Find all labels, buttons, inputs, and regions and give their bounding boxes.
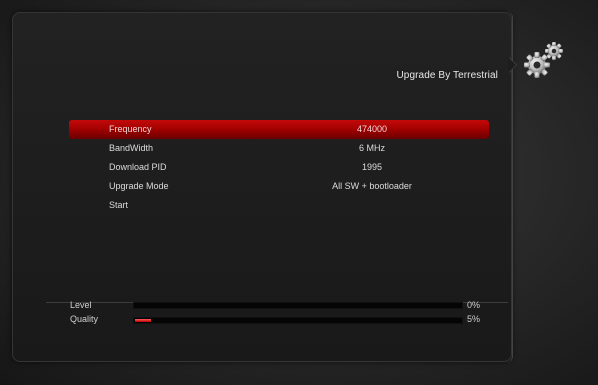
quality-meter-fill bbox=[135, 319, 151, 322]
page-title: Upgrade By Terrestrial bbox=[396, 70, 498, 81]
menu-item-start[interactable]: Start bbox=[69, 196, 489, 215]
menu-item-frequency[interactable]: Frequency 474000 bbox=[69, 120, 489, 139]
menu-item-label: Upgrade Mode bbox=[109, 181, 169, 191]
menu-item-label: BandWidth bbox=[109, 143, 154, 153]
quality-percent: 5% bbox=[467, 314, 481, 324]
level-percent: 0% bbox=[467, 300, 481, 310]
quality-meter bbox=[133, 317, 463, 324]
title-pointer bbox=[508, 57, 516, 73]
main-panel: Upgrade By Terrestrial Frequency 474000 … bbox=[12, 11, 513, 363]
menu-item-label: Frequency bbox=[109, 124, 152, 134]
quality-label: Quality bbox=[70, 314, 99, 324]
upgrade-menu: Frequency 474000 BandWidth 6 MHz Downloa… bbox=[69, 120, 489, 215]
level-label: Level bbox=[70, 300, 92, 310]
menu-item-value: All SW + bootloader bbox=[332, 181, 412, 191]
menu-item-value: 6 MHz bbox=[358, 143, 385, 153]
gears-icon bbox=[520, 38, 570, 84]
menu-item-value: 1995 bbox=[361, 162, 383, 172]
menu-item-label: Start bbox=[109, 200, 129, 210]
level-meter bbox=[133, 302, 463, 309]
menu-item-bandwidth[interactable]: BandWidth 6 MHz bbox=[69, 139, 489, 158]
menu-item-value: 474000 bbox=[356, 124, 388, 134]
menu-item-download-pid[interactable]: Download PID 1995 bbox=[69, 158, 489, 177]
menu-item-upgrade-mode[interactable]: Upgrade Mode All SW + bootloader bbox=[69, 177, 489, 196]
menu-item-label: Download PID bbox=[109, 162, 167, 172]
